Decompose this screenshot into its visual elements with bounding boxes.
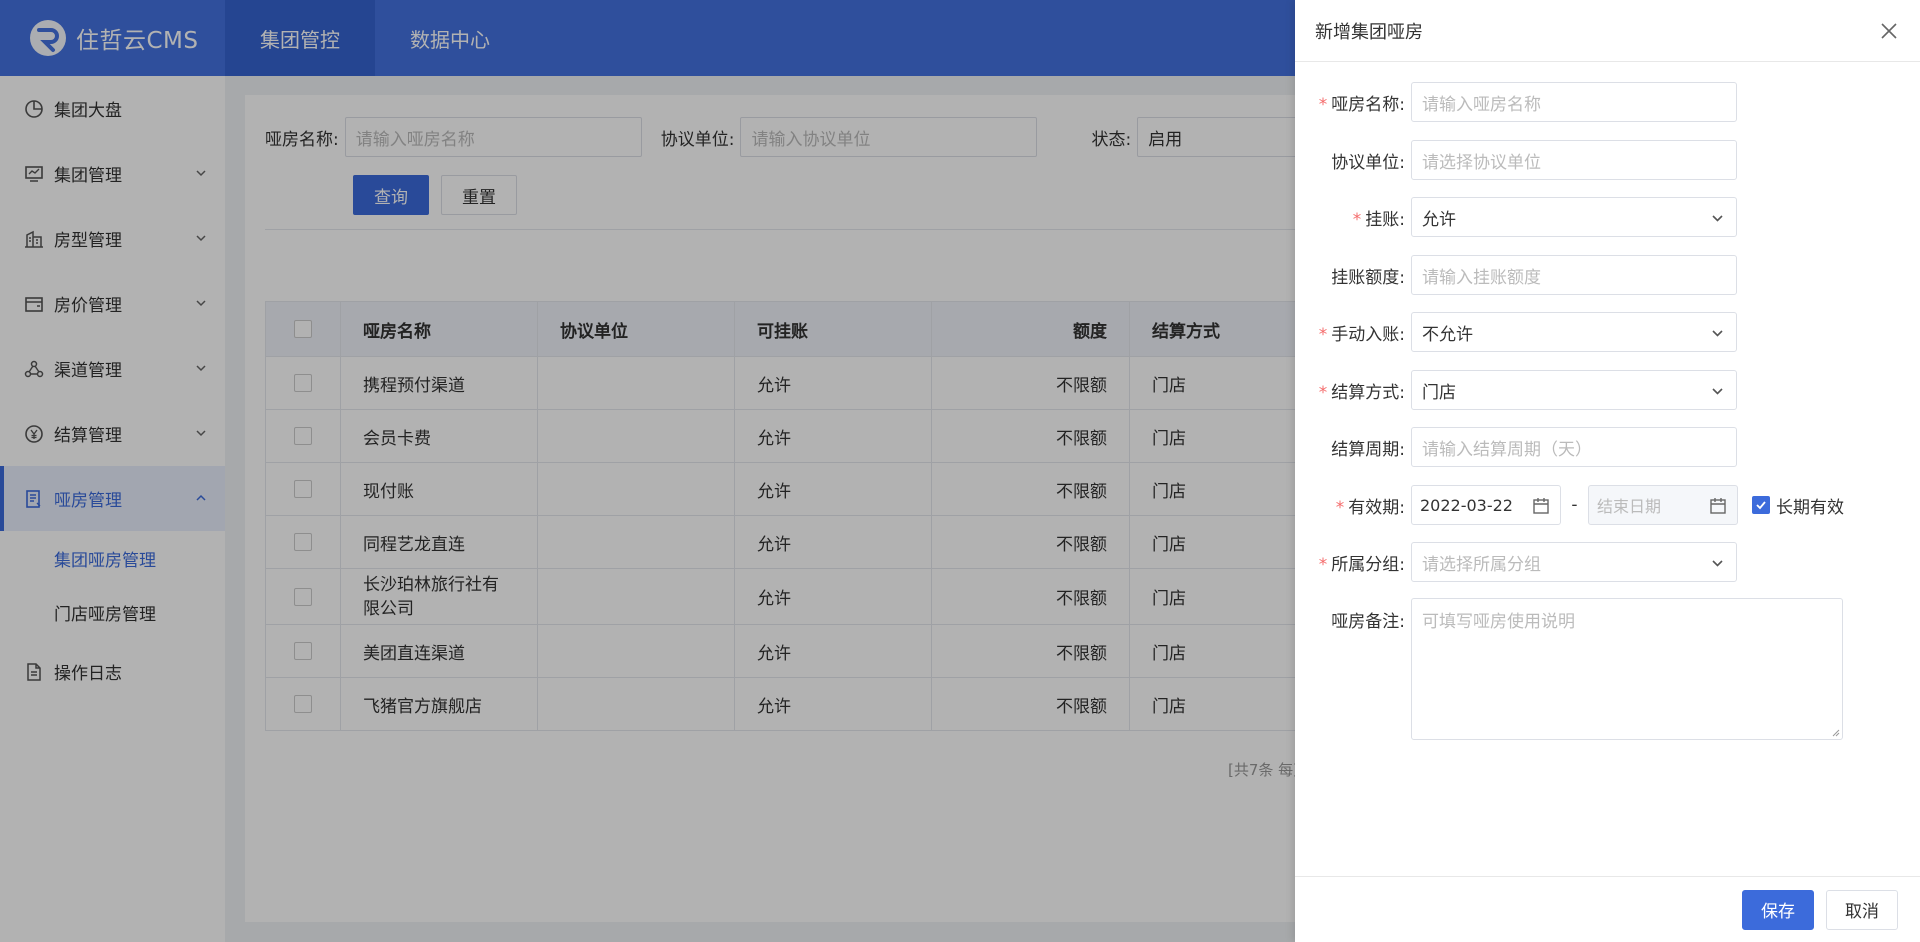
form-row-remark: 哑房备注: 可填写哑房使用说明: [1295, 598, 1920, 740]
form-label-text: 所属分组:: [1331, 554, 1405, 575]
form-label: * 手动入账:: [1295, 320, 1411, 345]
unit-input[interactable]: 请选择协议单位: [1411, 140, 1737, 180]
end-date-picker[interactable]: 结束日期: [1588, 485, 1738, 525]
add-dummy-room-drawer: 新增集团哑房 * 哑房名称: 请输入哑房名称 协议单位: 请选择协议单位 * 挂账:…: [1295, 0, 1920, 942]
date-range-separator: -: [1571, 495, 1578, 515]
chevron-down-icon: [1712, 388, 1723, 395]
manual-entry-select[interactable]: 不允许: [1411, 312, 1737, 352]
long-term-checkbox[interactable]: 长期有效: [1752, 493, 1844, 518]
cycle-input[interactable]: 请输入结算周期（天）: [1411, 427, 1737, 467]
form-label-text: 哑房备注:: [1331, 612, 1405, 632]
required-mark: *: [1318, 94, 1328, 115]
name-input[interactable]: 请输入哑房名称: [1411, 82, 1737, 122]
settlement-select[interactable]: 门店: [1411, 370, 1737, 410]
form-label: * 哑房名称:: [1295, 90, 1411, 115]
remark-textarea[interactable]: 可填写哑房使用说明: [1411, 598, 1843, 740]
form-row-name: * 哑房名称: 请输入哑房名称: [1295, 82, 1920, 122]
required-mark: *: [1352, 209, 1362, 230]
group-select-placeholder: 请选择所属分组: [1422, 554, 1541, 575]
form-row-group: * 所属分组: 请选择所属分组: [1295, 542, 1920, 582]
required-mark: *: [1318, 382, 1328, 403]
drawer-form: * 哑房名称: 请输入哑房名称 协议单位: 请选择协议单位 * 挂账: 允许 挂账额…: [1295, 62, 1920, 876]
calendar-icon: [1533, 498, 1549, 514]
form-label-text: 哑房名称:: [1331, 94, 1405, 115]
group-select[interactable]: 请选择所属分组: [1411, 542, 1737, 582]
resize-handle-icon[interactable]: [1830, 727, 1840, 737]
settlement-select-value: 门店: [1422, 382, 1456, 403]
form-label-text: 协议单位:: [1331, 152, 1405, 173]
form-label-text: 结算周期:: [1331, 439, 1405, 460]
form-label-text: 结算方式:: [1331, 382, 1405, 403]
form-label-text: 手动入账:: [1331, 324, 1405, 345]
drawer-header: 新增集团哑房: [1295, 0, 1920, 62]
form-row-unit: 协议单位: 请选择协议单位: [1295, 140, 1920, 180]
drawer-footer: 保存 取消: [1295, 876, 1920, 942]
required-mark: *: [1318, 324, 1328, 345]
form-row-limit: 挂账额度: 请输入挂账额度: [1295, 255, 1920, 295]
cancel-button[interactable]: 取消: [1826, 889, 1898, 930]
form-row-manual: * 手动入账: 不允许: [1295, 312, 1920, 352]
close-icon[interactable]: [1878, 20, 1900, 42]
calendar-icon: [1710, 498, 1726, 514]
form-label: * 有效期:: [1295, 493, 1411, 518]
form-label-text: 挂账:: [1365, 209, 1405, 230]
charge-select-value: 允许: [1422, 209, 1456, 230]
form-label-text: 挂账额度:: [1331, 267, 1405, 288]
save-button[interactable]: 保存: [1742, 889, 1814, 930]
modal-overlay[interactable]: [0, 0, 1295, 942]
required-mark: *: [1318, 554, 1328, 575]
checkbox-checked-icon: [1752, 496, 1770, 514]
form-row-settlement: * 结算方式: 门店: [1295, 370, 1920, 410]
form-label: * 结算方式:: [1295, 378, 1411, 403]
chevron-down-icon: [1712, 560, 1723, 567]
form-row-charge: * 挂账: 允许: [1295, 197, 1920, 237]
remark-placeholder: 可填写哑房使用说明: [1422, 612, 1575, 632]
manual-select-value: 不允许: [1422, 324, 1473, 345]
chevron-down-icon: [1712, 330, 1723, 337]
end-date-placeholder: 结束日期: [1597, 497, 1662, 516]
start-date-picker[interactable]: 2022-03-22: [1411, 485, 1561, 525]
chevron-down-icon: [1712, 215, 1723, 222]
form-label-text: 有效期:: [1348, 497, 1405, 518]
long-term-label: 长期有效: [1776, 497, 1844, 518]
limit-input[interactable]: 请输入挂账额度: [1411, 255, 1737, 295]
form-row-cycle: 结算周期: 请输入结算周期（天）: [1295, 427, 1920, 467]
drawer-title: 新增集团哑房: [1315, 21, 1423, 43]
required-mark: *: [1335, 497, 1345, 518]
start-date-value: 2022-03-22: [1420, 495, 1513, 515]
charge-select[interactable]: 允许: [1411, 197, 1737, 237]
form-label: * 所属分组:: [1295, 550, 1411, 575]
form-label: * 挂账:: [1295, 205, 1411, 230]
form-row-valid-period: * 有效期: 2022-03-22 - 结束日期 长期有效: [1295, 485, 1920, 525]
